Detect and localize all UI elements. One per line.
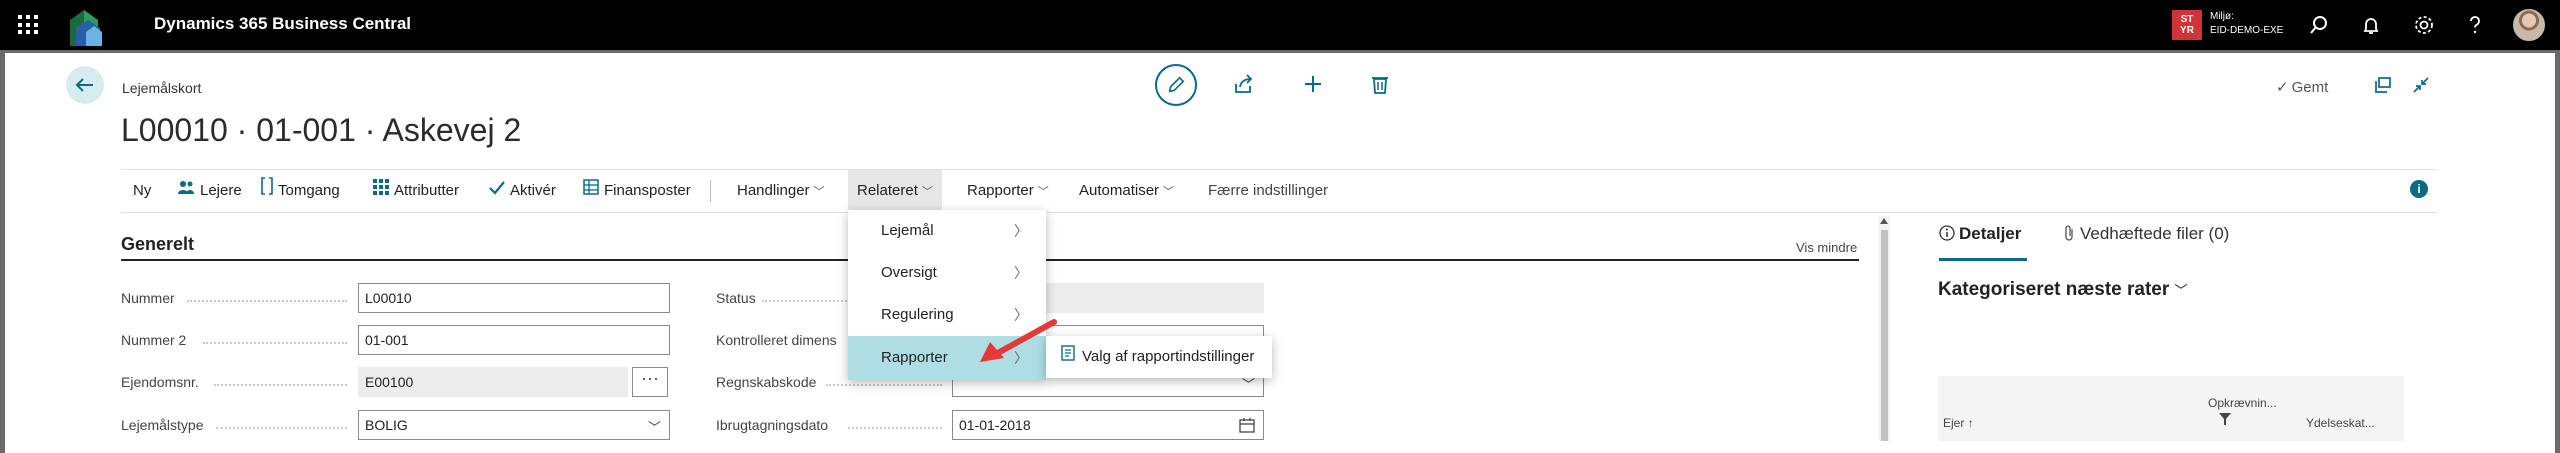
field-leader: [214, 384, 347, 386]
environment-label: Miljø: EID-DEMO-EXE: [2210, 11, 2284, 36]
action-tomgang[interactable]: Tomgang: [261, 170, 340, 212]
action-bar: Ny Lejere Tomgang Attributter Aktivér Fi…: [121, 169, 2437, 213]
open-new-window-icon[interactable]: [2372, 74, 2394, 96]
column-header-ydelse[interactable]: Ydelseskat...: [2306, 416, 2375, 430]
field-label-kontrolleret: Kontrolleret dimens: [716, 332, 837, 348]
share-icon[interactable]: [1232, 72, 1256, 96]
column-header-opkraevning[interactable]: Opkrævnin...: [2208, 396, 2277, 410]
report-icon: [1060, 336, 1076, 378]
waffle-icon[interactable]: [18, 15, 40, 35]
action-faerre-indstillinger[interactable]: Færre indstillinger: [1208, 170, 1328, 212]
avatar[interactable]: [2513, 9, 2545, 41]
chevron-down-icon: ﹀: [813, 186, 825, 198]
action-separator: [710, 180, 711, 202]
chevron-down-icon: ﹀: [1163, 186, 1175, 198]
field-label-ejendomsnr: Ejendomsnr.: [121, 374, 199, 390]
chevron-down-icon: ﹀: [921, 186, 933, 198]
field-leader: [187, 300, 347, 302]
assist-edit-button[interactable]: ···: [632, 367, 668, 397]
collapse-icon[interactable]: [2410, 74, 2432, 96]
filter-icon[interactable]: [2219, 413, 2231, 428]
tab-attachments[interactable]: Vedhæftede filer (0): [2063, 224, 2229, 244]
section-title[interactable]: Generelt: [121, 234, 194, 255]
grid-icon: [373, 170, 389, 212]
chevron-right-icon: 〉: [1014, 223, 1028, 239]
field-leader: [848, 427, 942, 429]
tab-underline: [1939, 258, 2027, 261]
people-icon: [177, 170, 195, 212]
calendar-icon[interactable]: [1239, 417, 1255, 436]
app-logo: [70, 10, 102, 46]
action-rapporter[interactable]: Rapporter ﹀: [967, 170, 1049, 212]
annotation-arrow: [980, 319, 1057, 362]
environment-badge: ST YR: [2172, 10, 2202, 40]
field-leader: [203, 342, 347, 344]
bell-icon[interactable]: [2359, 13, 2383, 37]
action-finansposter[interactable]: Finansposter: [583, 170, 691, 212]
saved-status: ✓ Gemt: [2276, 79, 2329, 96]
menu-item-oversigt[interactable]: Oversigt 〉: [848, 252, 1046, 294]
field-leader: [216, 427, 347, 429]
action-lejere[interactable]: Lejere: [177, 170, 242, 212]
scrollbar-thumb[interactable]: [1881, 230, 1888, 441]
field-label-lejemaalstype: Lejemålstype: [121, 417, 204, 433]
field-label-nummer: Nummer: [121, 290, 175, 306]
sort-up-icon: ↑: [1967, 416, 1974, 430]
bracket-icon: [261, 170, 273, 212]
info-circle-icon: [1939, 224, 1959, 243]
edit-button[interactable]: [1155, 64, 1197, 106]
chevron-right-icon: 〉: [1014, 265, 1028, 281]
page-caption: Lejemålskort: [122, 80, 202, 96]
action-handlinger[interactable]: Handlinger ﹀: [737, 170, 825, 212]
delete-icon[interactable]: [1368, 72, 1392, 96]
app-title[interactable]: Dynamics 365 Business Central: [154, 14, 411, 34]
chevron-down-icon: ﹀: [1037, 186, 1049, 198]
action-attributter[interactable]: Attributter: [373, 170, 459, 212]
top-bar: Dynamics 365 Business Central ST YR Milj…: [0, 0, 2560, 50]
action-automatiser[interactable]: Automatiser ﹀: [1079, 170, 1174, 212]
info-icon[interactable]: i: [2410, 180, 2428, 198]
lejemaalstype-select[interactable]: BOLIG ﹀: [358, 410, 670, 440]
page-title: L00010 · 01-001 · Askevej 2: [121, 112, 522, 148]
field-label-regnskabskode: Regnskabskode: [716, 374, 817, 390]
nummer2-input[interactable]: 01-001: [358, 325, 670, 355]
field-label-ibrugtagning: Ibrugtagningsdato: [716, 417, 829, 433]
ledger-icon: [583, 170, 599, 212]
ibrugtagning-date-input[interactable]: 01-01-2018: [952, 410, 1264, 440]
check-icon: ✓: [2276, 79, 2289, 96]
field-label-status: Status: [716, 290, 756, 306]
action-relateret[interactable]: Relateret ﹀: [848, 170, 942, 212]
factbox-heading[interactable]: Kategoriseret næste rater ﹀: [1938, 279, 2188, 301]
nummer-input[interactable]: L00010: [358, 283, 670, 313]
chevron-down-icon: ﹀: [2174, 283, 2188, 298]
show-less-link[interactable]: Vis mindre: [1796, 240, 1857, 255]
gear-icon[interactable]: [2412, 13, 2436, 37]
field-leader: [826, 384, 942, 386]
ejendomsnr-input: E00100: [358, 367, 628, 397]
action-ny[interactable]: Ny: [133, 170, 151, 212]
scrollbar[interactable]: [1879, 216, 1890, 441]
help-icon[interactable]: [2463, 13, 2487, 37]
paperclip-icon: [2063, 224, 2080, 243]
action-aktiver[interactable]: Aktivér: [489, 170, 556, 212]
chevron-down-icon: ﹀: [647, 420, 661, 435]
field-label-nummer2: Nummer 2: [121, 332, 187, 348]
menu-item-lejemaal[interactable]: Lejemål 〉: [848, 210, 1046, 252]
factbox-table: Ejer ↑ Opkrævnin... Ydelseskat...: [1938, 376, 2404, 441]
column-header-ejer[interactable]: Ejer ↑: [1943, 416, 1974, 430]
submenu-item-report-settings[interactable]: Valg af rapportindstillinger: [1046, 336, 1272, 378]
back-button[interactable]: [66, 66, 104, 104]
search-icon[interactable]: [2307, 13, 2331, 37]
scroll-up-icon[interactable]: [1880, 218, 1888, 224]
check-icon: [489, 170, 505, 212]
add-icon[interactable]: [1301, 72, 1325, 96]
tab-details[interactable]: Detaljer: [1939, 224, 2021, 244]
